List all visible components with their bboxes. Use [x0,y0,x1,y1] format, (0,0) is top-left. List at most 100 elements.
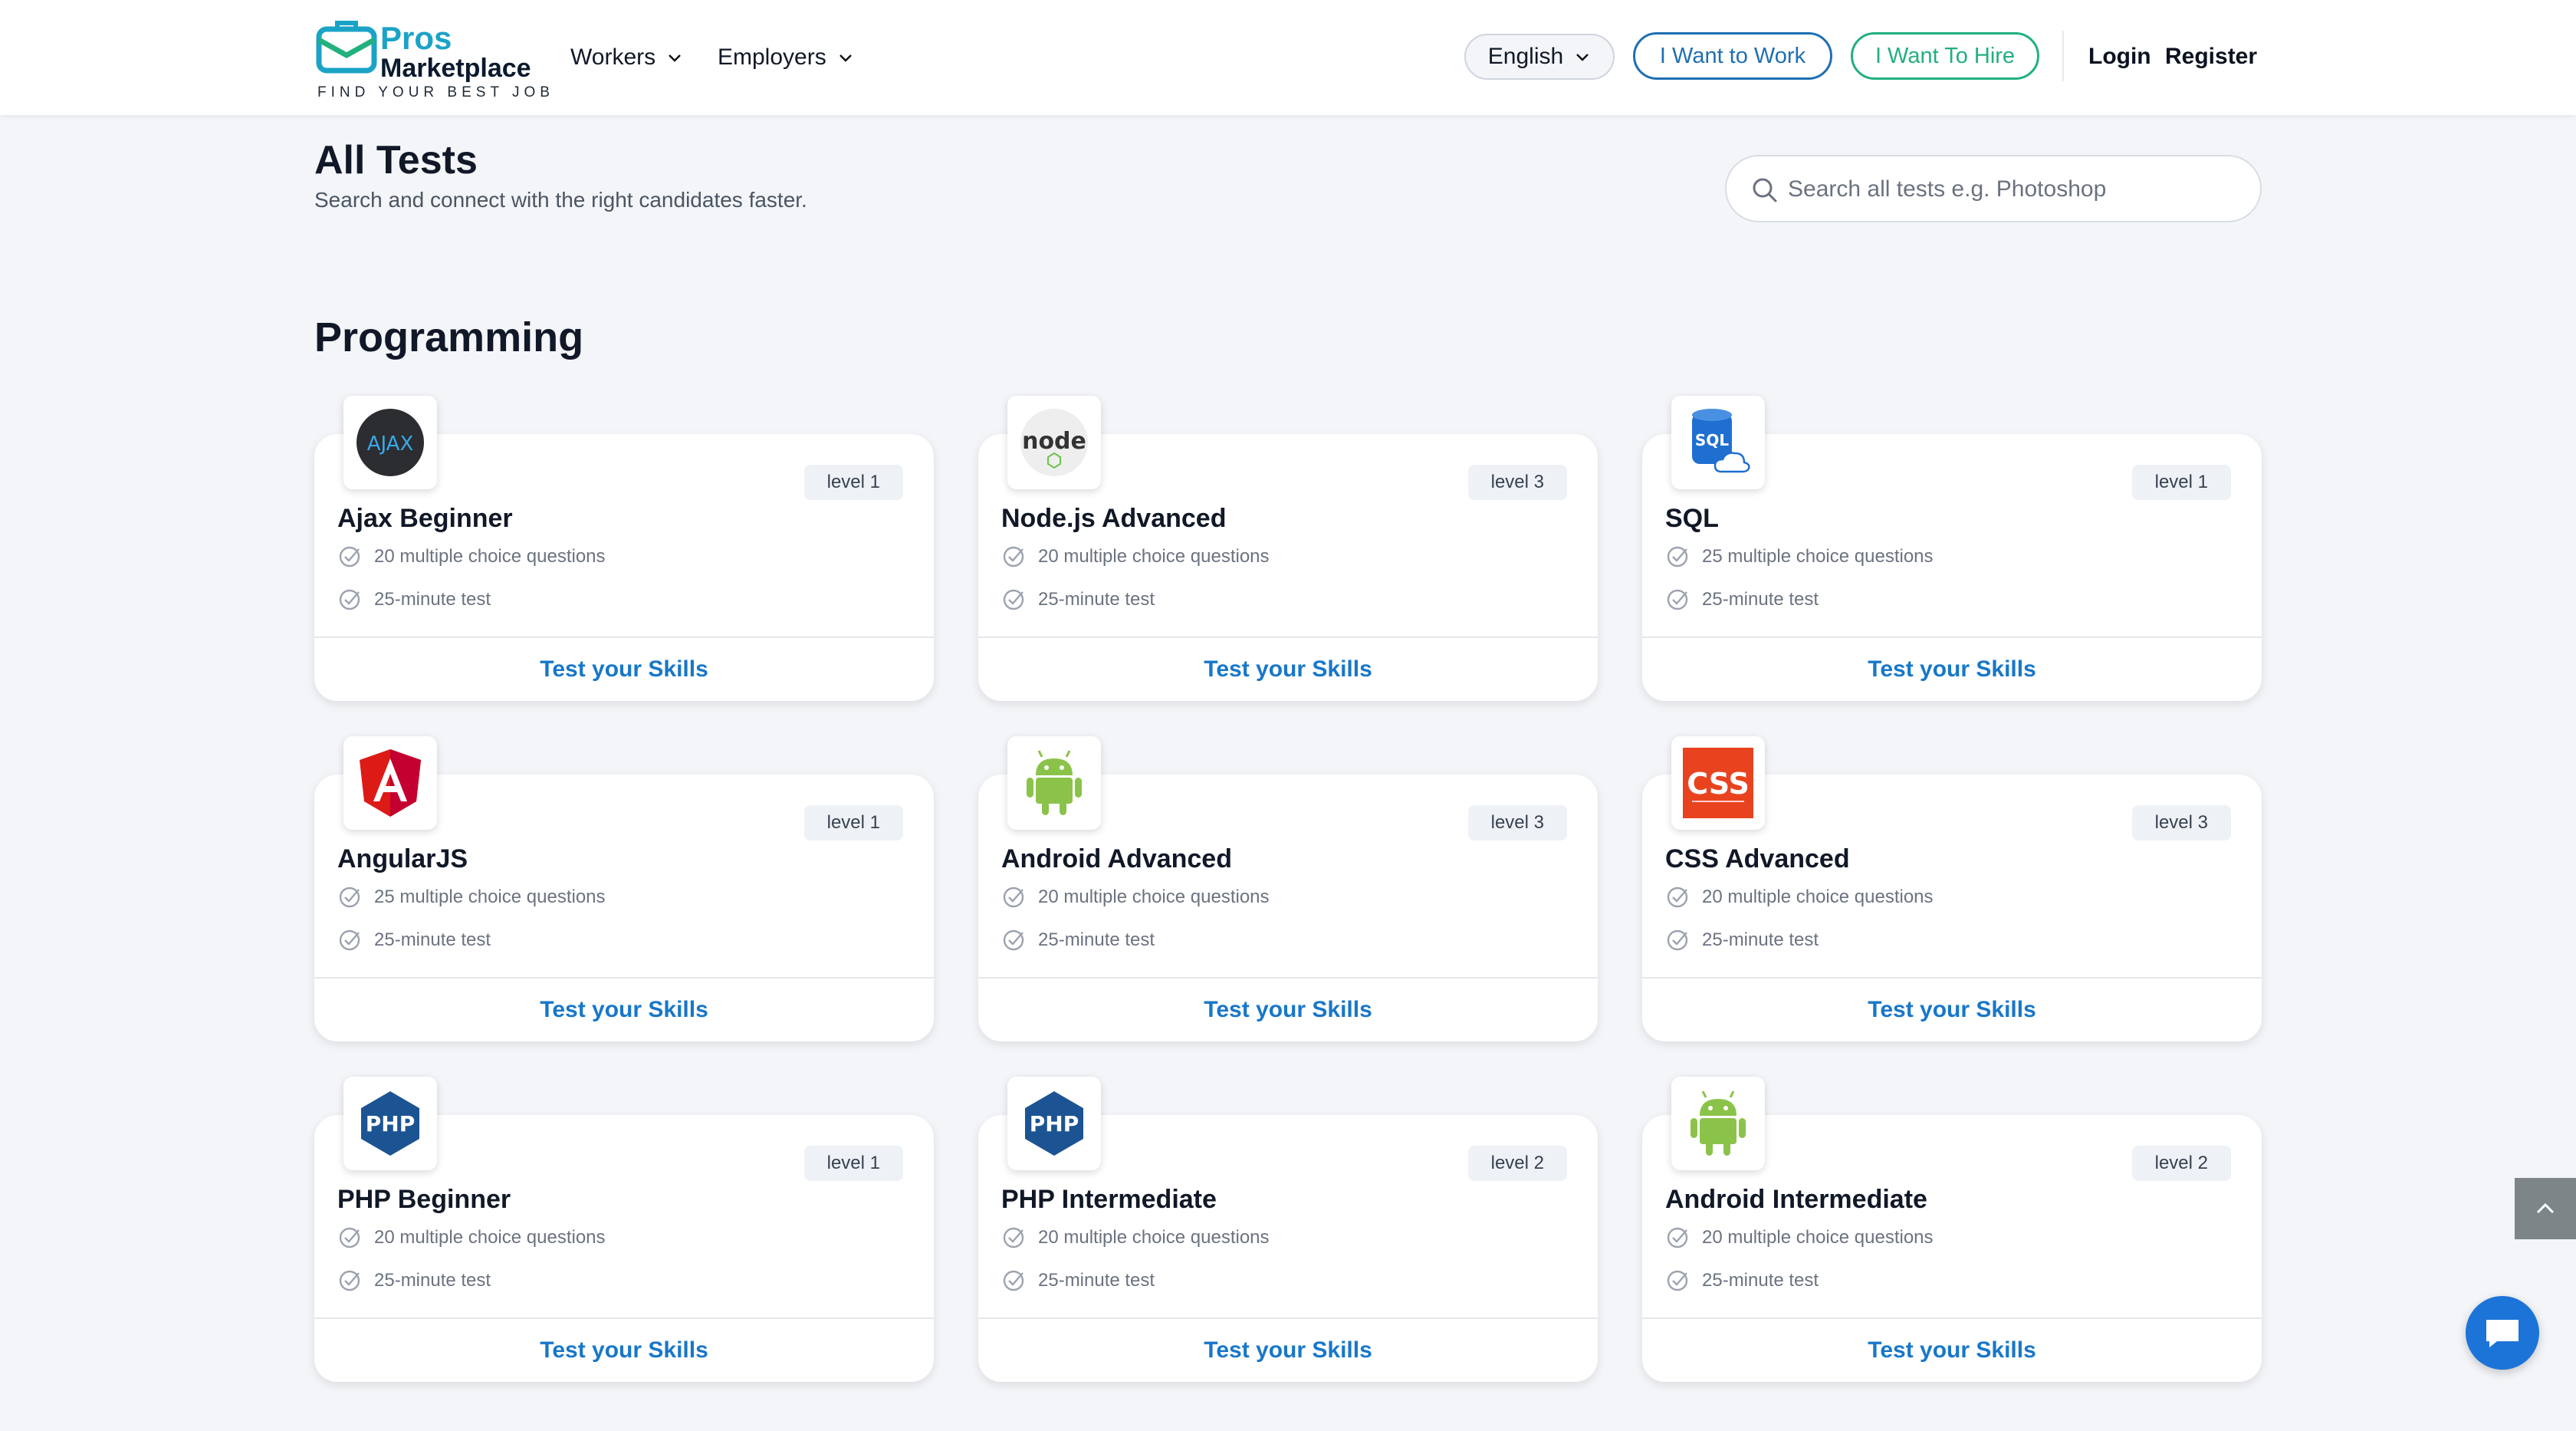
questions-text: 20 multiple choice questions [1038,1227,1270,1248]
level-badge: level 1 [803,465,903,500]
angular-icon [343,736,437,830]
duration-info: 25-minute test [1665,928,1819,952]
sql-icon: SQL [1671,396,1765,489]
php-icon-text: PHP [1030,1111,1079,1137]
node-icon-text: node [1022,428,1086,455]
check-circle-icon [1667,589,1688,610]
php-icon-text: PHP [366,1111,415,1137]
check-circle-icon [1003,887,1024,908]
nodejs-icon: node [1007,396,1101,489]
test-card-sql: SQL level 1 SQL 25 multiple choice quest… [1642,396,2262,701]
card-title: Android Advanced [1001,844,1232,873]
ajax-icon-text: AJAX [367,433,414,456]
questions-text: 20 multiple choice questions [374,1227,606,1248]
search-box[interactable] [1725,155,2262,222]
nav-employers-dropdown[interactable]: Employers [718,40,854,75]
test-your-skills-button[interactable]: Test your Skills [1642,979,2262,1041]
card-title: Android Intermediate [1665,1185,1927,1214]
level-badge: level 1 [803,1146,903,1181]
test-your-skills-button[interactable]: Test your Skills [978,638,1598,701]
check-circle-icon [339,929,360,951]
duration-text: 25-minute test [1702,1270,1819,1291]
test-card-css-advanced: CSS level 3 CSS Advanced 20 multiple cho… [1642,736,2262,1041]
chevron-down-icon [839,54,852,62]
duration-text: 25-minute test [374,1270,491,1291]
card-title: SQL [1665,504,1719,533]
sql-icon-text: SQL [1695,431,1729,449]
php-icon: PHP [1007,1077,1101,1170]
check-circle-icon [1667,1270,1688,1291]
nav-workers-label: Workers [570,44,656,70]
search-icon [1753,178,1777,202]
brand-name-bottom: Marketplace [380,54,531,83]
card-title: Node.js Advanced [1001,504,1227,533]
test-your-skills-button[interactable]: Test your Skills [314,1319,934,1382]
page-title: All Tests [314,138,478,183]
check-circle-icon [1667,546,1688,567]
brand-tagline: FIND YOUR BEST JOB [317,84,554,100]
want-to-work-button[interactable]: I Want to Work [1633,32,1832,80]
chevron-down-icon [1576,54,1589,61]
language-select[interactable]: English [1464,34,1615,80]
questions-text: 25 multiple choice questions [374,887,606,907]
duration-info: 25-minute test [1001,928,1155,952]
login-link[interactable]: Login [2088,40,2151,74]
check-circle-icon [1003,929,1024,951]
duration-info: 25-minute test [337,587,491,612]
duration-info: 25-minute test [1001,587,1155,612]
chat-button[interactable] [2466,1296,2539,1370]
test-your-skills-button[interactable]: Test your Skills [978,1319,1598,1382]
check-circle-icon [1003,1227,1024,1248]
questions-text: 25 multiple choice questions [1702,546,1934,567]
test-your-skills-button[interactable]: Test your Skills [978,979,1598,1041]
search-input[interactable] [1788,167,2240,212]
questions-text: 20 multiple choice questions [374,546,606,567]
language-label: English [1487,44,1564,69]
duration-text: 25-minute test [1702,929,1819,950]
level-badge: level 3 [2131,805,2231,841]
check-circle-icon [339,1270,360,1291]
questions-info: 20 multiple choice questions [337,1225,606,1250]
card-title: PHP Beginner [337,1185,511,1214]
level-badge: level 3 [1467,805,1567,841]
questions-text: 20 multiple choice questions [1702,1227,1934,1248]
scroll-to-top-button[interactable] [2515,1178,2576,1239]
card-title: AngularJS [337,844,468,873]
test-card-php-intermediate: PHP level 2 PHP Intermediate 20 multiple… [978,1077,1598,1382]
questions-info: 20 multiple choice questions [1001,885,1270,910]
duration-text: 25-minute test [1038,929,1155,950]
duration-info: 25-minute test [1001,1268,1155,1293]
chat-bubble-icon [2486,1320,2518,1347]
questions-text: 20 multiple choice questions [1038,887,1270,907]
android-icon [1671,1077,1765,1170]
section-title-programming: Programming [314,314,584,360]
questions-info: 20 multiple choice questions [1665,885,1934,910]
register-link[interactable]: Register [2165,40,2257,74]
duration-text: 25-minute test [374,929,491,950]
level-badge: level 2 [2131,1146,2231,1181]
check-circle-icon [339,546,360,567]
test-your-skills-button[interactable]: Test your Skills [314,979,934,1041]
test-your-skills-button[interactable]: Test your Skills [314,638,934,701]
want-to-hire-button[interactable]: I Want To Hire [1851,32,2039,80]
test-card-angularjs: level 1 AngularJS 25 multiple choice que… [314,736,934,1041]
brand-logo[interactable]: Pros Marketplace FIND YOUR BEST JOB [316,11,550,103]
duration-info: 25-minute test [337,1268,491,1293]
php-icon: PHP [343,1077,437,1170]
brand-name-top: Pros [380,20,452,56]
level-badge: level 2 [1467,1146,1567,1181]
test-card-php-beginner: PHP level 1 PHP Beginner 20 multiple cho… [314,1077,934,1382]
questions-info: 25 multiple choice questions [1665,544,1934,569]
test-your-skills-button[interactable]: Test your Skills [1642,638,2262,701]
test-card-ajax-beginner: AJAX level 1 Ajax Beginner 20 multiple c… [314,396,934,701]
level-badge: level 1 [803,805,903,841]
questions-text: 20 multiple choice questions [1702,887,1934,907]
duration-text: 25-minute test [374,589,491,610]
questions-info: 20 multiple choice questions [1001,544,1270,569]
test-your-skills-button[interactable]: Test your Skills [1642,1319,2262,1382]
nav-employers-label: Employers [718,44,826,70]
nav-workers-dropdown[interactable]: Workers [570,40,683,75]
card-title: Ajax Beginner [337,504,513,533]
android-icon [1007,736,1101,830]
questions-info: 20 multiple choice questions [337,544,606,569]
